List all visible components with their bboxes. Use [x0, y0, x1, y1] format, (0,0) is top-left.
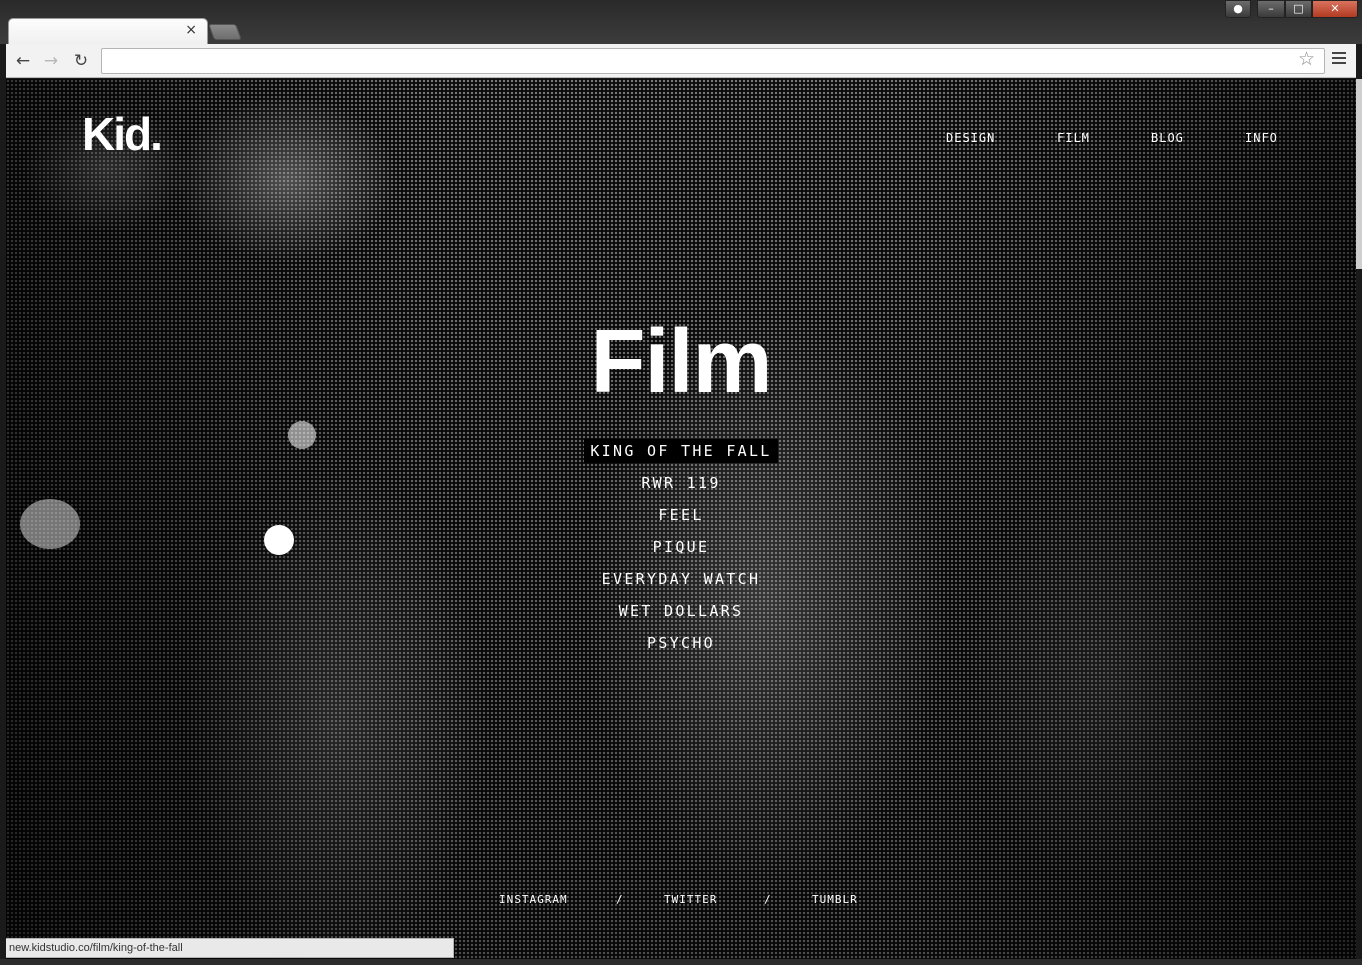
nav-item-info[interactable]: INFO — [1245, 131, 1278, 145]
social-links: INSTAGRAM / TWITTER / TUMBLR — [6, 893, 1356, 909]
social-separator: / — [764, 893, 772, 906]
page-title: Film — [590, 312, 772, 412]
window-bottom-border — [0, 959, 1362, 965]
nav-item-blog[interactable]: BLOG — [1151, 131, 1184, 145]
hamburger-menu-icon[interactable] — [1332, 52, 1346, 67]
twitter-link[interactable]: TWITTER — [664, 893, 717, 906]
page-viewport: Kid. DESIGN FILM BLOG INFO Film KING OF … — [6, 79, 1356, 959]
arrow-left-icon[interactable]: ← — [12, 50, 34, 72]
minimize-button[interactable]: – — [1257, 0, 1285, 18]
user-profile-icon[interactable]: ● — [1225, 0, 1251, 18]
browser-tab[interactable]: × — [8, 18, 208, 44]
social-separator: / — [616, 893, 624, 906]
window-titlebar: × ● – □ ✕ — [0, 0, 1362, 44]
close-window-button[interactable]: ✕ — [1312, 0, 1358, 18]
tab-close-icon[interactable]: × — [185, 22, 197, 38]
address-bar[interactable] — [101, 48, 1325, 74]
new-tab-button[interactable] — [208, 24, 242, 40]
star-icon[interactable]: ☆ — [1298, 48, 1315, 70]
film-item-feel[interactable]: FEEL — [652, 503, 709, 527]
tumblr-link[interactable]: TUMBLR — [812, 893, 858, 906]
film-list: KING OF THE FALL RWR 119 FEEL PIQUE EVER… — [6, 439, 1356, 663]
film-item-wet-dollars[interactable]: WET DOLLARS — [613, 599, 750, 623]
film-item-pique[interactable]: PIQUE — [647, 535, 716, 559]
scrollbar-thumb[interactable] — [1356, 79, 1362, 269]
reload-icon[interactable]: ↻ — [70, 50, 92, 72]
maximize-button[interactable]: □ — [1285, 0, 1312, 18]
film-item-king-of-the-fall[interactable]: KING OF THE FALL — [584, 439, 778, 463]
film-item-everyday-watch[interactable]: EVERYDAY WATCH — [596, 567, 767, 591]
film-item-rwr-119[interactable]: RWR 119 — [635, 471, 726, 495]
browser-toolbar: ← → ↻ ☆ — [6, 44, 1356, 78]
arrow-right-icon[interactable]: → — [40, 50, 62, 72]
status-bar-url: new.kidstudio.co/film/king-of-the-fall — [6, 938, 454, 958]
instagram-link[interactable]: INSTAGRAM — [499, 893, 568, 906]
nav-item-film[interactable]: FILM — [1057, 131, 1090, 145]
nav-item-design[interactable]: DESIGN — [946, 131, 995, 145]
film-item-psycho[interactable]: PSYCHO — [641, 631, 721, 655]
site-nav: DESIGN FILM BLOG INFO — [6, 131, 1356, 151]
